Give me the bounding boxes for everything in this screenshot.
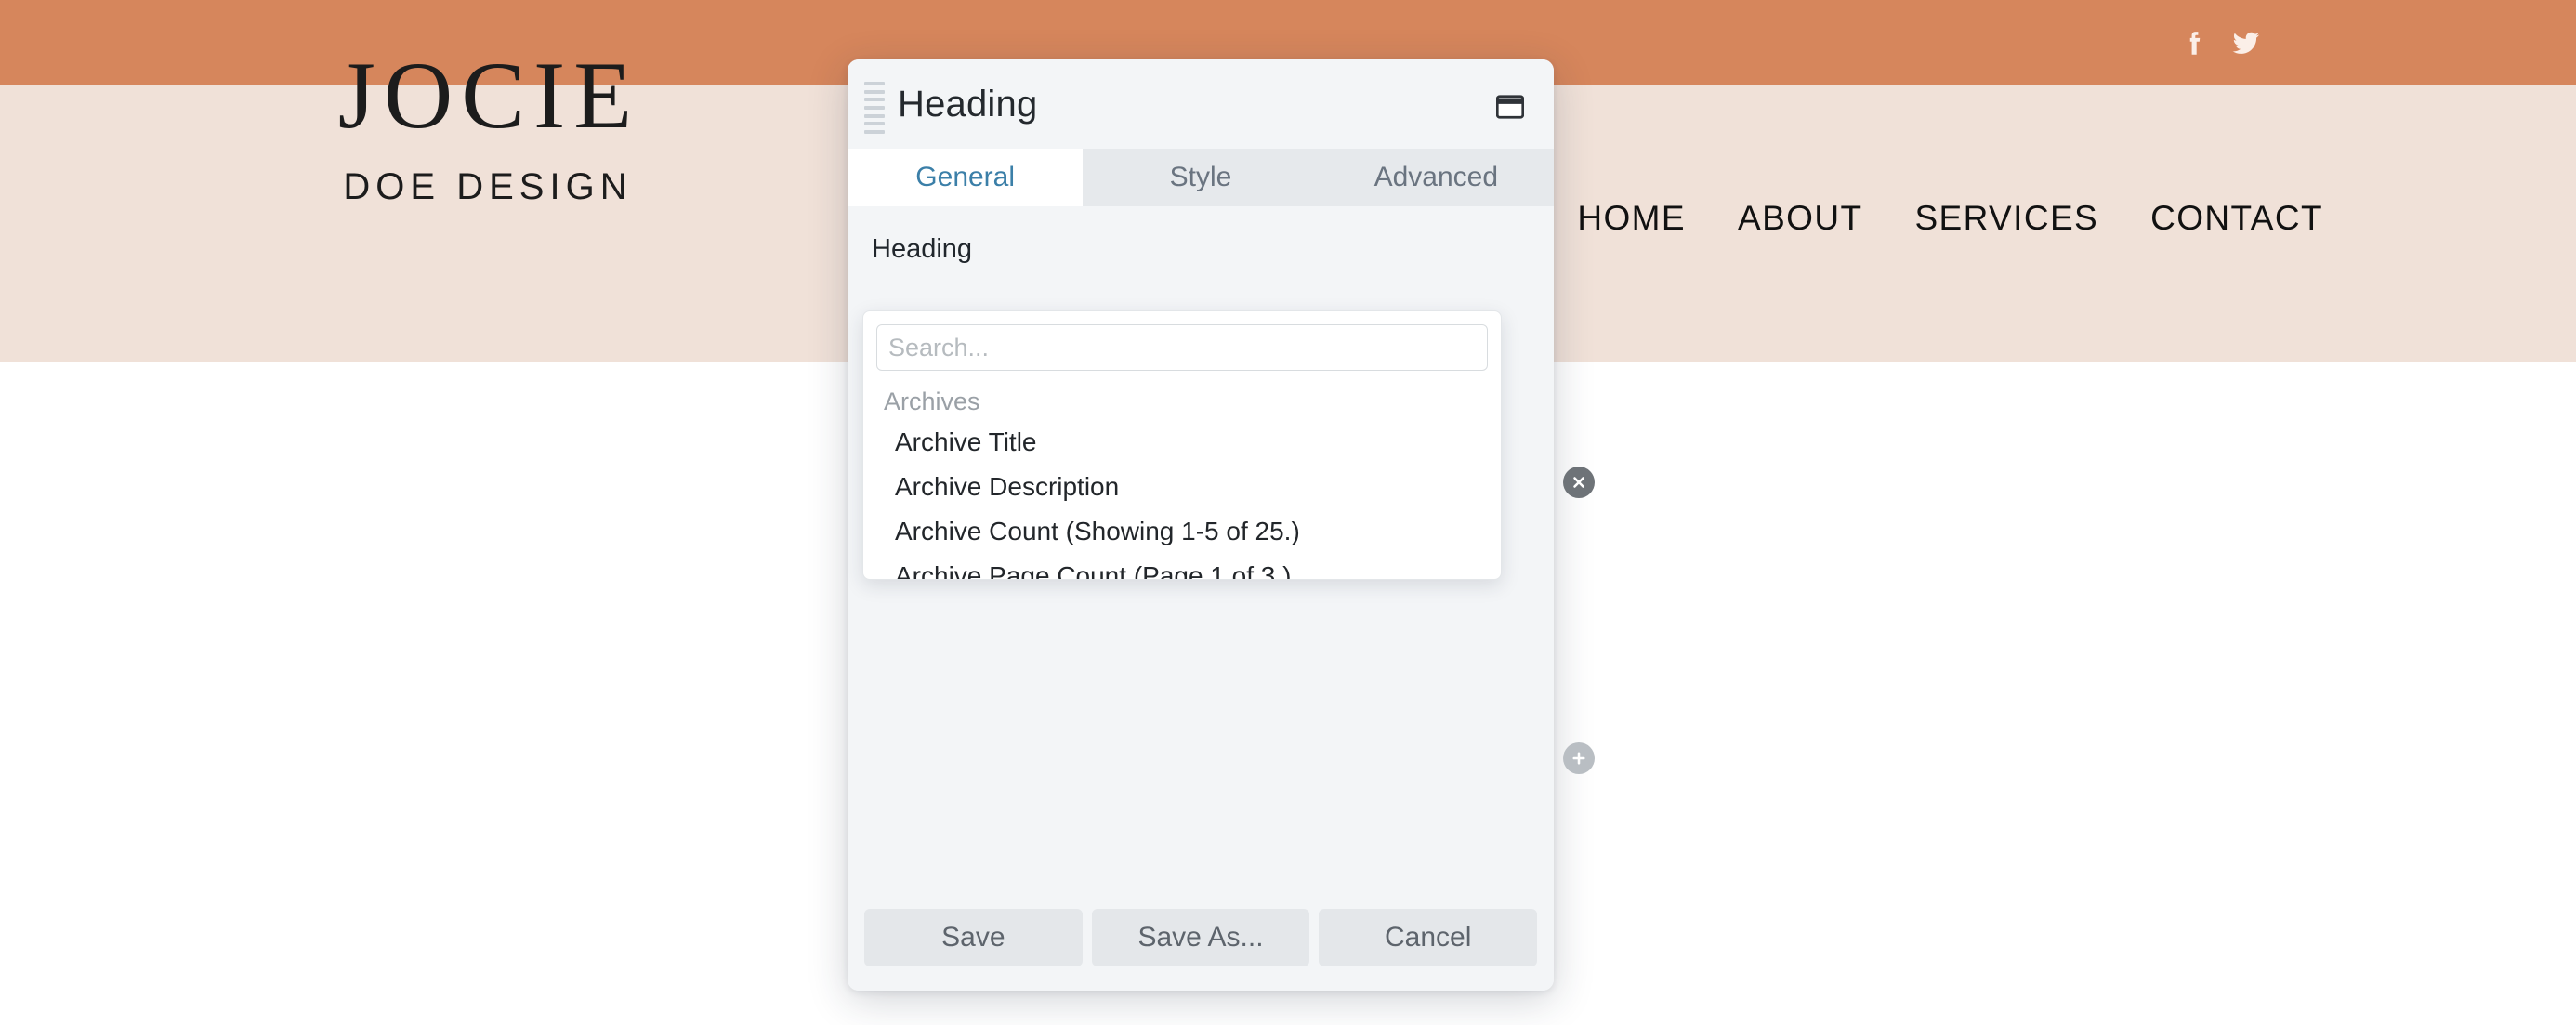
tab-general[interactable]: General <box>848 149 1084 206</box>
facebook-icon[interactable] <box>2178 25 2210 60</box>
dropdown-group-label-archives: Archives <box>884 388 980 415</box>
nav-item-services[interactable]: SERVICES <box>1888 199 2124 238</box>
close-icon <box>1573 477 1584 488</box>
remove-button[interactable] <box>1563 467 1595 498</box>
twitter-icon[interactable] <box>2230 25 2262 60</box>
list-item[interactable]: Archive Description <box>863 465 1501 509</box>
list-item[interactable]: Archive Page Count (Page 1 of 3.) <box>863 554 1501 579</box>
modal-tabs: General Style Advanced <box>848 149 1554 206</box>
window-icon[interactable] <box>1496 95 1524 119</box>
heading-field-label: Heading <box>872 234 973 264</box>
tab-advanced[interactable]: Advanced <box>1318 149 1554 206</box>
search-input[interactable] <box>876 324 1488 371</box>
modal-header: Heading <box>848 59 1554 149</box>
cancel-button[interactable]: Cancel <box>1319 909 1538 966</box>
plus-icon <box>1572 752 1585 765</box>
modal-body: Heading Archives Archive Title Archive D… <box>848 206 1595 940</box>
logo-primary-text: JOCIE <box>337 43 641 149</box>
add-button[interactable] <box>1563 742 1595 774</box>
nav-item-home[interactable]: HOME <box>1551 199 1712 238</box>
site-logo[interactable]: JOCIE DOE DESIGN <box>299 48 671 208</box>
save-button[interactable]: Save <box>864 909 1083 966</box>
modal-title: Heading <box>898 83 1038 125</box>
dropdown-option-list: Archives Archive Title Archive Descripti… <box>863 376 1501 579</box>
logo-secondary-text: DOE DESIGN <box>343 166 633 207</box>
social-links <box>2178 25 2262 60</box>
nav-item-contact[interactable]: CONTACT <box>2124 199 2349 238</box>
heading-settings-modal: Heading General Style Advanced Heading A… <box>848 59 1595 991</box>
dynamic-tags-dropdown: Archives Archive Title Archive Descripti… <box>862 310 1502 580</box>
save-as-button[interactable]: Save As... <box>1091 909 1310 966</box>
nav-item-about[interactable]: ABOUT <box>1712 199 1888 238</box>
tab-style[interactable]: Style <box>1083 149 1319 206</box>
drag-handle-icon[interactable] <box>864 82 885 134</box>
list-item[interactable]: Archive Title <box>863 420 1501 465</box>
dropdown-search-row <box>863 311 1501 376</box>
modal-footer: Save Save As... Cancel <box>848 885 1554 991</box>
list-item[interactable]: Archive Count (Showing 1-5 of 25.) <box>863 509 1501 554</box>
main-navigation: HOME ABOUT SERVICES CONTACT <box>1551 199 2349 238</box>
